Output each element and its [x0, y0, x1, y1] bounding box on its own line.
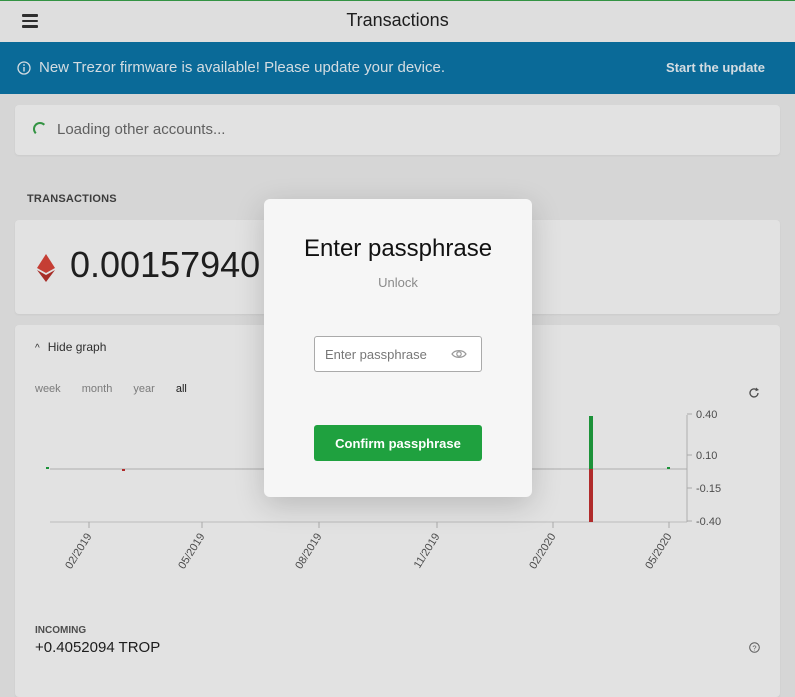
modal-title: Enter passphrase	[303, 235, 493, 262]
modal-subtitle: Unlock	[378, 275, 418, 290]
confirm-passphrase-button[interactable]: Confirm passphrase	[314, 425, 482, 461]
eye-icon[interactable]	[451, 348, 467, 360]
passphrase-modal: Enter passphrase Unlock Confirm passphra…	[264, 199, 532, 497]
passphrase-field	[314, 336, 482, 372]
passphrase-input[interactable]	[315, 337, 445, 371]
